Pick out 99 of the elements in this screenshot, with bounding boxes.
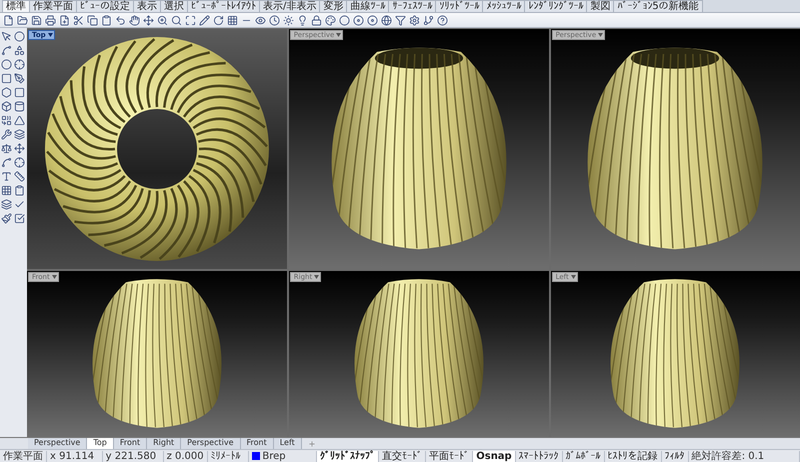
caret-icon[interactable]: [314, 274, 320, 279]
toolbar-tool-icon[interactable]: [199, 14, 210, 26]
ribbon-tab[interactable]: 標準: [2, 0, 30, 12]
toolbar-tool-icon[interactable]: [283, 14, 294, 26]
toolbar-tool-icon[interactable]: [409, 14, 420, 26]
tool-icon[interactable]: [14, 87, 25, 98]
tool-icon[interactable]: [14, 101, 25, 112]
ribbon-tab[interactable]: 表示/非表示: [259, 0, 320, 12]
units-label: ﾐﾘﾒｰﾄﾙ: [208, 450, 250, 462]
tool-icon[interactable]: [1, 115, 12, 126]
tool-icon[interactable]: [1, 171, 12, 182]
toolbar-tool-icon[interactable]: [339, 14, 350, 26]
tool-icon[interactable]: [1, 45, 12, 56]
toolbar-tool-icon[interactable]: [31, 14, 42, 26]
view-tab[interactable]: Front: [114, 438, 148, 449]
tool-icon[interactable]: [14, 199, 25, 210]
tool-icon[interactable]: [1, 73, 12, 84]
tool-icon[interactable]: [1, 157, 12, 168]
tool-icon[interactable]: [1, 87, 12, 98]
toolbar-tool-icon[interactable]: [87, 14, 98, 26]
tool-icon[interactable]: [14, 73, 25, 84]
toolbar-tool-icon[interactable]: [129, 14, 140, 26]
view-tab[interactable]: Top: [87, 438, 114, 449]
tool-icon[interactable]: [14, 213, 25, 224]
status-toggle[interactable]: Osnap: [473, 450, 516, 462]
ribbon-tab[interactable]: ﾋﾞｭｰﾎﾟｰﾄﾚｲｱｳﾄ: [187, 0, 260, 12]
ribbon-tab[interactable]: ﾒｯｼｭﾂｰﾙ: [482, 0, 526, 12]
ribbon-tab[interactable]: ｿﾘｯﾄﾞﾂｰﾙ: [435, 0, 484, 12]
tool-icon[interactable]: [14, 45, 25, 56]
status-toggle[interactable]: ｶﾞﾑﾎﾞｰﾙ: [562, 450, 605, 462]
view-tab[interactable]: Front: [240, 438, 274, 449]
ribbon-tab[interactable]: 変形: [319, 0, 348, 12]
tool-icon[interactable]: [1, 101, 12, 112]
tool-icon[interactable]: [14, 129, 25, 140]
view-tab[interactable]: Left: [274, 438, 302, 449]
status-toggle[interactable]: 直交ﾓｰﾄﾞ: [379, 450, 426, 462]
toolbar-tool-icon[interactable]: [17, 14, 28, 26]
view-tab[interactable]: Perspective: [28, 438, 88, 449]
toolbar-tool-icon[interactable]: [423, 14, 434, 26]
tool-icon[interactable]: [1, 213, 12, 224]
status-toggle[interactable]: ﾌｨﾙﾀ: [662, 450, 689, 462]
toolbar-tool-icon[interactable]: [73, 14, 84, 26]
ribbon-tab[interactable]: 製図: [586, 0, 614, 12]
toolbar-tool-icon[interactable]: [101, 14, 112, 26]
view-tab[interactable]: Right: [147, 438, 182, 449]
ribbon-tab[interactable]: ﾋﾞｭｰの設定: [76, 0, 134, 12]
ribbon-tab[interactable]: 選択: [160, 0, 188, 12]
toolbar-tool-icon[interactable]: [381, 14, 392, 26]
toolbar-tool-icon[interactable]: [437, 14, 448, 26]
tool-icon[interactable]: [1, 199, 12, 210]
toolbar-tool-icon[interactable]: [143, 14, 154, 26]
z-coordinate: z 0.000: [164, 450, 208, 462]
tool-icon[interactable]: [14, 115, 25, 126]
tool-icon[interactable]: [14, 185, 25, 196]
tool-icon[interactable]: [1, 31, 12, 42]
toolbar-tool-icon[interactable]: [269, 14, 280, 26]
tool-icon[interactable]: [1, 129, 12, 140]
toolbar-tool-icon[interactable]: [395, 14, 406, 26]
toolbar-tool-icon[interactable]: [213, 14, 224, 26]
toolbar-tool-icon[interactable]: [311, 14, 322, 26]
caret-icon[interactable]: [570, 274, 576, 279]
toolbar-tool-icon[interactable]: [297, 14, 308, 26]
tolerance-label: 絶対許容差: 0.1: [688, 450, 800, 462]
toolbar-tool-icon[interactable]: [185, 14, 196, 26]
tool-icon[interactable]: [1, 59, 12, 70]
toolbar-tool-icon[interactable]: [59, 14, 70, 26]
ribbon-tab[interactable]: ｻｰﾌｪｽﾂｰﾙ: [388, 0, 436, 12]
toolbar-tool-icon[interactable]: [353, 14, 364, 26]
toolbar-tool-icon[interactable]: [255, 14, 266, 26]
ribbon-tab[interactable]: 作業平面: [29, 0, 77, 12]
tool-icon[interactable]: [14, 59, 25, 70]
toolbar-tool-icon[interactable]: [45, 14, 56, 26]
toolbar-tool-icon[interactable]: [3, 14, 14, 26]
ribbon-tab[interactable]: ﾚﾝﾀﾞﾘﾝｸﾞﾂｰﾙ: [524, 0, 588, 12]
status-toggle[interactable]: ﾋｽﾄﾘを記録: [604, 450, 662, 462]
toolbar-tool-icon[interactable]: [325, 14, 336, 26]
status-toggle[interactable]: ｽﾏｰﾄﾄﾗｯｸ: [516, 450, 563, 462]
status-toggle[interactable]: ｸﾞﾘｯﾄﾞｽﾅｯﾌﾟ: [317, 450, 380, 462]
toolbar-tool-icon[interactable]: [115, 14, 126, 26]
caret-icon[interactable]: [336, 33, 342, 37]
toolbar-tool-icon[interactable]: [227, 14, 238, 26]
ribbon-tab[interactable]: 表示: [133, 0, 161, 12]
toolbar-tool-icon[interactable]: [157, 14, 168, 26]
view-tab[interactable]: Perspective: [181, 438, 240, 449]
tool-icon[interactable]: [14, 157, 25, 168]
toolbar-tool-icon[interactable]: [367, 14, 378, 26]
tool-icon[interactable]: [1, 185, 12, 196]
tool-icon[interactable]: [1, 143, 12, 154]
ribbon-tab[interactable]: ﾊﾞｰｼﾞｮﾝ5の新機能: [613, 0, 703, 12]
ribbon-tab[interactable]: 曲線ﾂｰﾙ: [346, 0, 390, 12]
toolbar-tool-icon[interactable]: [171, 14, 182, 26]
cplane-label: 作業平面: [0, 450, 47, 462]
y-coordinate: y 221.580: [102, 450, 164, 462]
x-coordinate: x 91.114: [47, 450, 103, 462]
tool-icon[interactable]: [14, 171, 25, 182]
caret-icon[interactable]: [598, 33, 604, 37]
caret-icon[interactable]: [52, 274, 57, 279]
tool-icon[interactable]: [14, 143, 25, 154]
tool-icon[interactable]: [14, 31, 25, 42]
